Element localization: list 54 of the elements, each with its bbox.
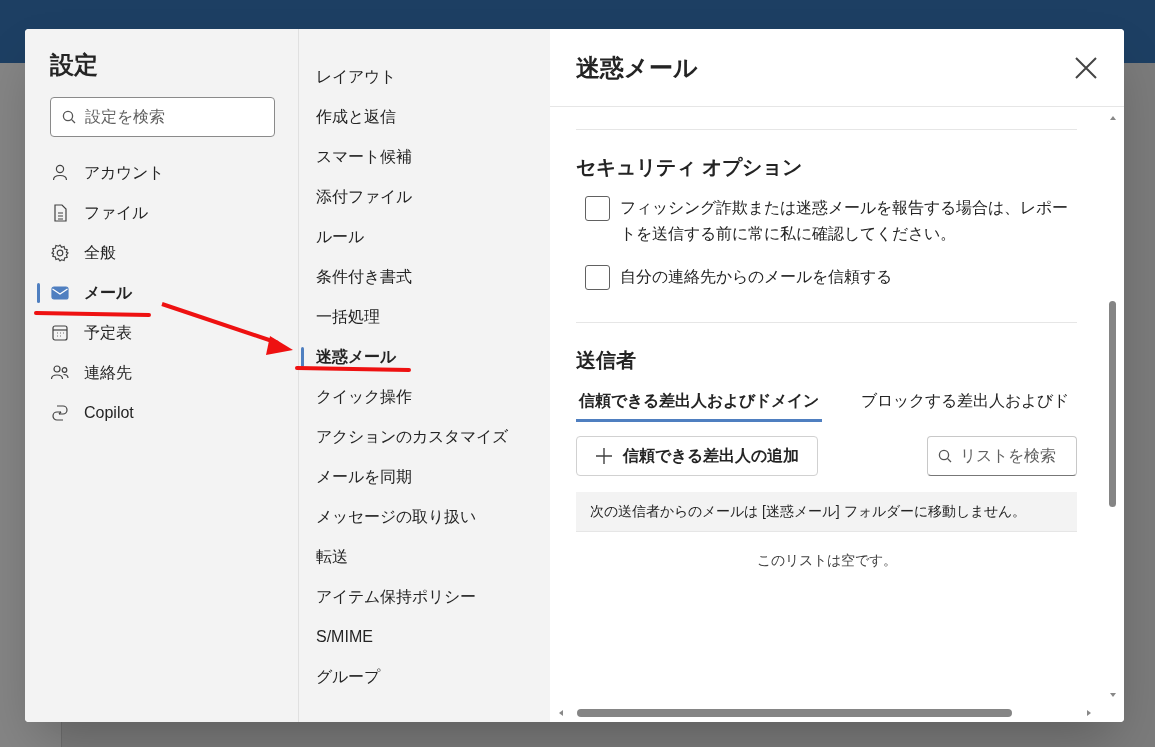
settings-category[interactable]: ファイル: [37, 193, 273, 233]
settings-subcategory[interactable]: アイテム保持ポリシー: [299, 577, 550, 617]
settings-subcategory[interactable]: 一括処理: [299, 297, 550, 337]
settings-subcategory[interactable]: グループ: [299, 657, 550, 697]
scroll-up-icon[interactable]: [1109, 115, 1117, 121]
checkbox-label: フィッシング詐欺または迷惑メールを報告する場合は、レポートを送信する前に常に私に確認してください。: [620, 198, 1069, 244]
dialog-title: 設定: [50, 50, 99, 80]
close-icon[interactable]: [1074, 55, 1098, 80]
settings-subcategory[interactable]: 添付ファイル: [299, 177, 550, 217]
vertical-scrollbar[interactable]: [1108, 115, 1118, 698]
settings-category[interactable]: 全般: [37, 233, 273, 273]
scroll-right-icon[interactable]: [1086, 709, 1092, 717]
settings-category[interactable]: メール: [37, 273, 273, 313]
section-heading: 送信者: [576, 348, 637, 373]
settings-subcategory[interactable]: S/MIME: [299, 617, 550, 657]
settings-subcategory[interactable]: 作成と返信: [299, 97, 550, 137]
checkbox-label: 自分の連絡先からのメールを信頼する: [620, 267, 892, 287]
list-search-field[interactable]: リストを検索: [927, 436, 1077, 476]
settings-subcategory[interactable]: スマート候補: [299, 137, 550, 177]
settings-category[interactable]: アカウント: [37, 153, 273, 193]
tab[interactable]: 信頼できる差出人およびドメイン: [576, 389, 822, 422]
add-sender-button[interactable]: 信頼できる差出人の追加: [576, 436, 818, 476]
horizontal-scrollbar[interactable]: [558, 708, 1092, 718]
search-icon: [938, 449, 952, 463]
settings-category[interactable]: Copilot: [37, 393, 273, 433]
scrollbar-thumb[interactable]: [577, 709, 1012, 717]
section-heading: セキュリティ オプション: [576, 155, 803, 180]
settings-subcategory[interactable]: 迷惑メール: [299, 337, 550, 377]
tab[interactable]: ブロックする差出人およびド: [858, 389, 1072, 422]
search-icon: [62, 110, 76, 124]
scroll-down-icon[interactable]: [1109, 692, 1117, 698]
scrollbar-thumb[interactable]: [1109, 301, 1116, 507]
scroll-left-icon[interactable]: [558, 709, 564, 717]
panel-title: 迷惑メール: [576, 52, 698, 83]
checkbox[interactable]: [585, 196, 610, 221]
settings-search-field[interactable]: 設定を検索: [50, 97, 275, 137]
settings-subcategory[interactable]: メッセージの取り扱い: [299, 497, 550, 537]
settings-subcategory[interactable]: クイック操作: [299, 377, 550, 417]
settings-subcategory[interactable]: 転送: [299, 537, 550, 577]
plus-icon: [595, 447, 613, 465]
settings-category[interactable]: 連絡先: [37, 353, 273, 393]
notice-banner: 次の送信者からのメールは [迷惑メール] フォルダーに移動しません。: [576, 492, 1077, 532]
person-icon: [50, 163, 70, 183]
settings-category[interactable]: 予定表: [37, 313, 273, 353]
empty-list-message: このリストは空です。: [756, 551, 897, 570]
mail-icon: [50, 283, 70, 303]
settings-icon: [50, 243, 70, 263]
checkbox[interactable]: [585, 265, 610, 290]
settings-subcategory[interactable]: ルール: [299, 217, 550, 257]
settings-subcategory[interactable]: 条件付き書式: [299, 257, 550, 297]
settings-subcategory[interactable]: アクションのカスタマイズ: [299, 417, 550, 457]
calendar-icon: [50, 323, 70, 343]
settings-subcategory[interactable]: メールを同期: [299, 457, 550, 497]
settings-subcategory[interactable]: レイアウト: [299, 57, 550, 97]
